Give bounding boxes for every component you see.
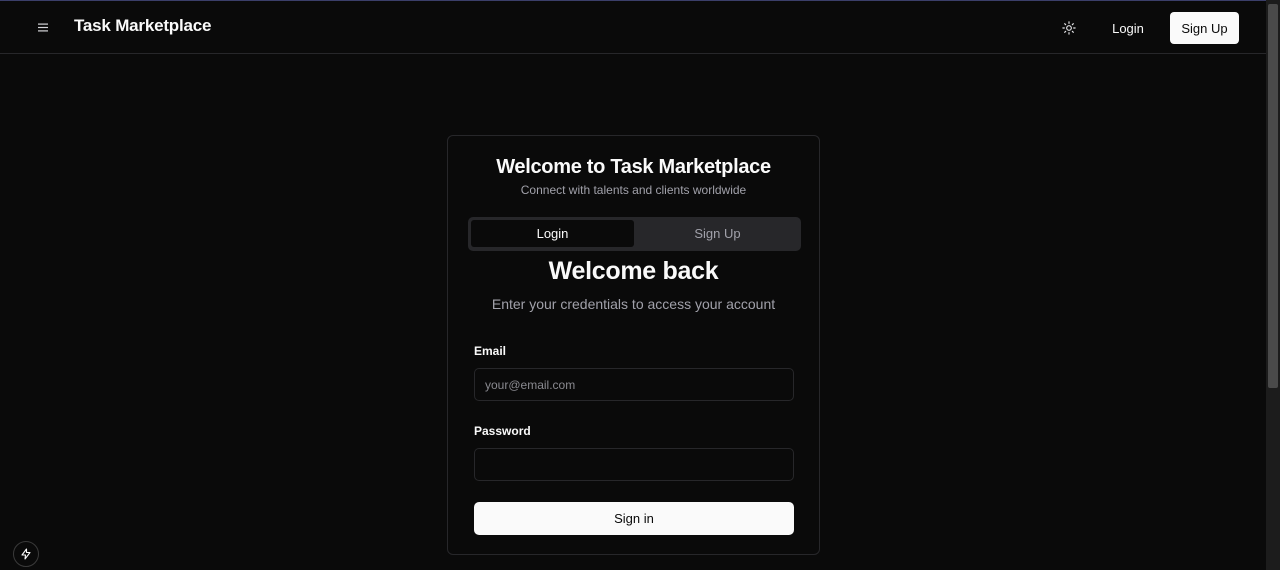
- password-label: Password: [474, 424, 531, 438]
- email-field[interactable]: [474, 368, 794, 401]
- tab-signup[interactable]: Sign Up: [637, 220, 798, 247]
- theme-toggle-button[interactable]: [1058, 17, 1080, 39]
- form-title: Welcome back: [548, 257, 719, 285]
- auth-card: Welcome to Task Marketplace Connect with…: [447, 135, 820, 555]
- dev-tools-button[interactable]: [13, 541, 39, 567]
- header-signup-button[interactable]: Sign Up: [1170, 12, 1239, 44]
- lightning-bolt-icon: [21, 548, 31, 560]
- password-field[interactable]: [474, 448, 794, 481]
- card-title: Welcome to Task Marketplace: [496, 156, 771, 178]
- tab-login[interactable]: Login: [471, 220, 634, 247]
- form-description: Enter your credentials to access your ac…: [491, 296, 776, 312]
- sun-icon: [1062, 21, 1076, 35]
- menu-toggle-button[interactable]: [34, 18, 52, 36]
- top-navbar: Task Marketplace Login Sign Up: [0, 1, 1266, 54]
- sign-in-button[interactable]: Sign in: [474, 502, 794, 535]
- header-login-button[interactable]: Login: [1100, 12, 1156, 44]
- auth-tabs: Login Sign Up: [468, 217, 801, 251]
- card-subtitle: Connect with talents and clients worldwi…: [520, 183, 747, 197]
- page-scrollbar-thumb[interactable]: [1268, 4, 1278, 388]
- email-label: Email: [474, 344, 507, 358]
- brand-title[interactable]: Task Marketplace: [74, 16, 211, 36]
- hamburger-menu-icon: [38, 23, 48, 31]
